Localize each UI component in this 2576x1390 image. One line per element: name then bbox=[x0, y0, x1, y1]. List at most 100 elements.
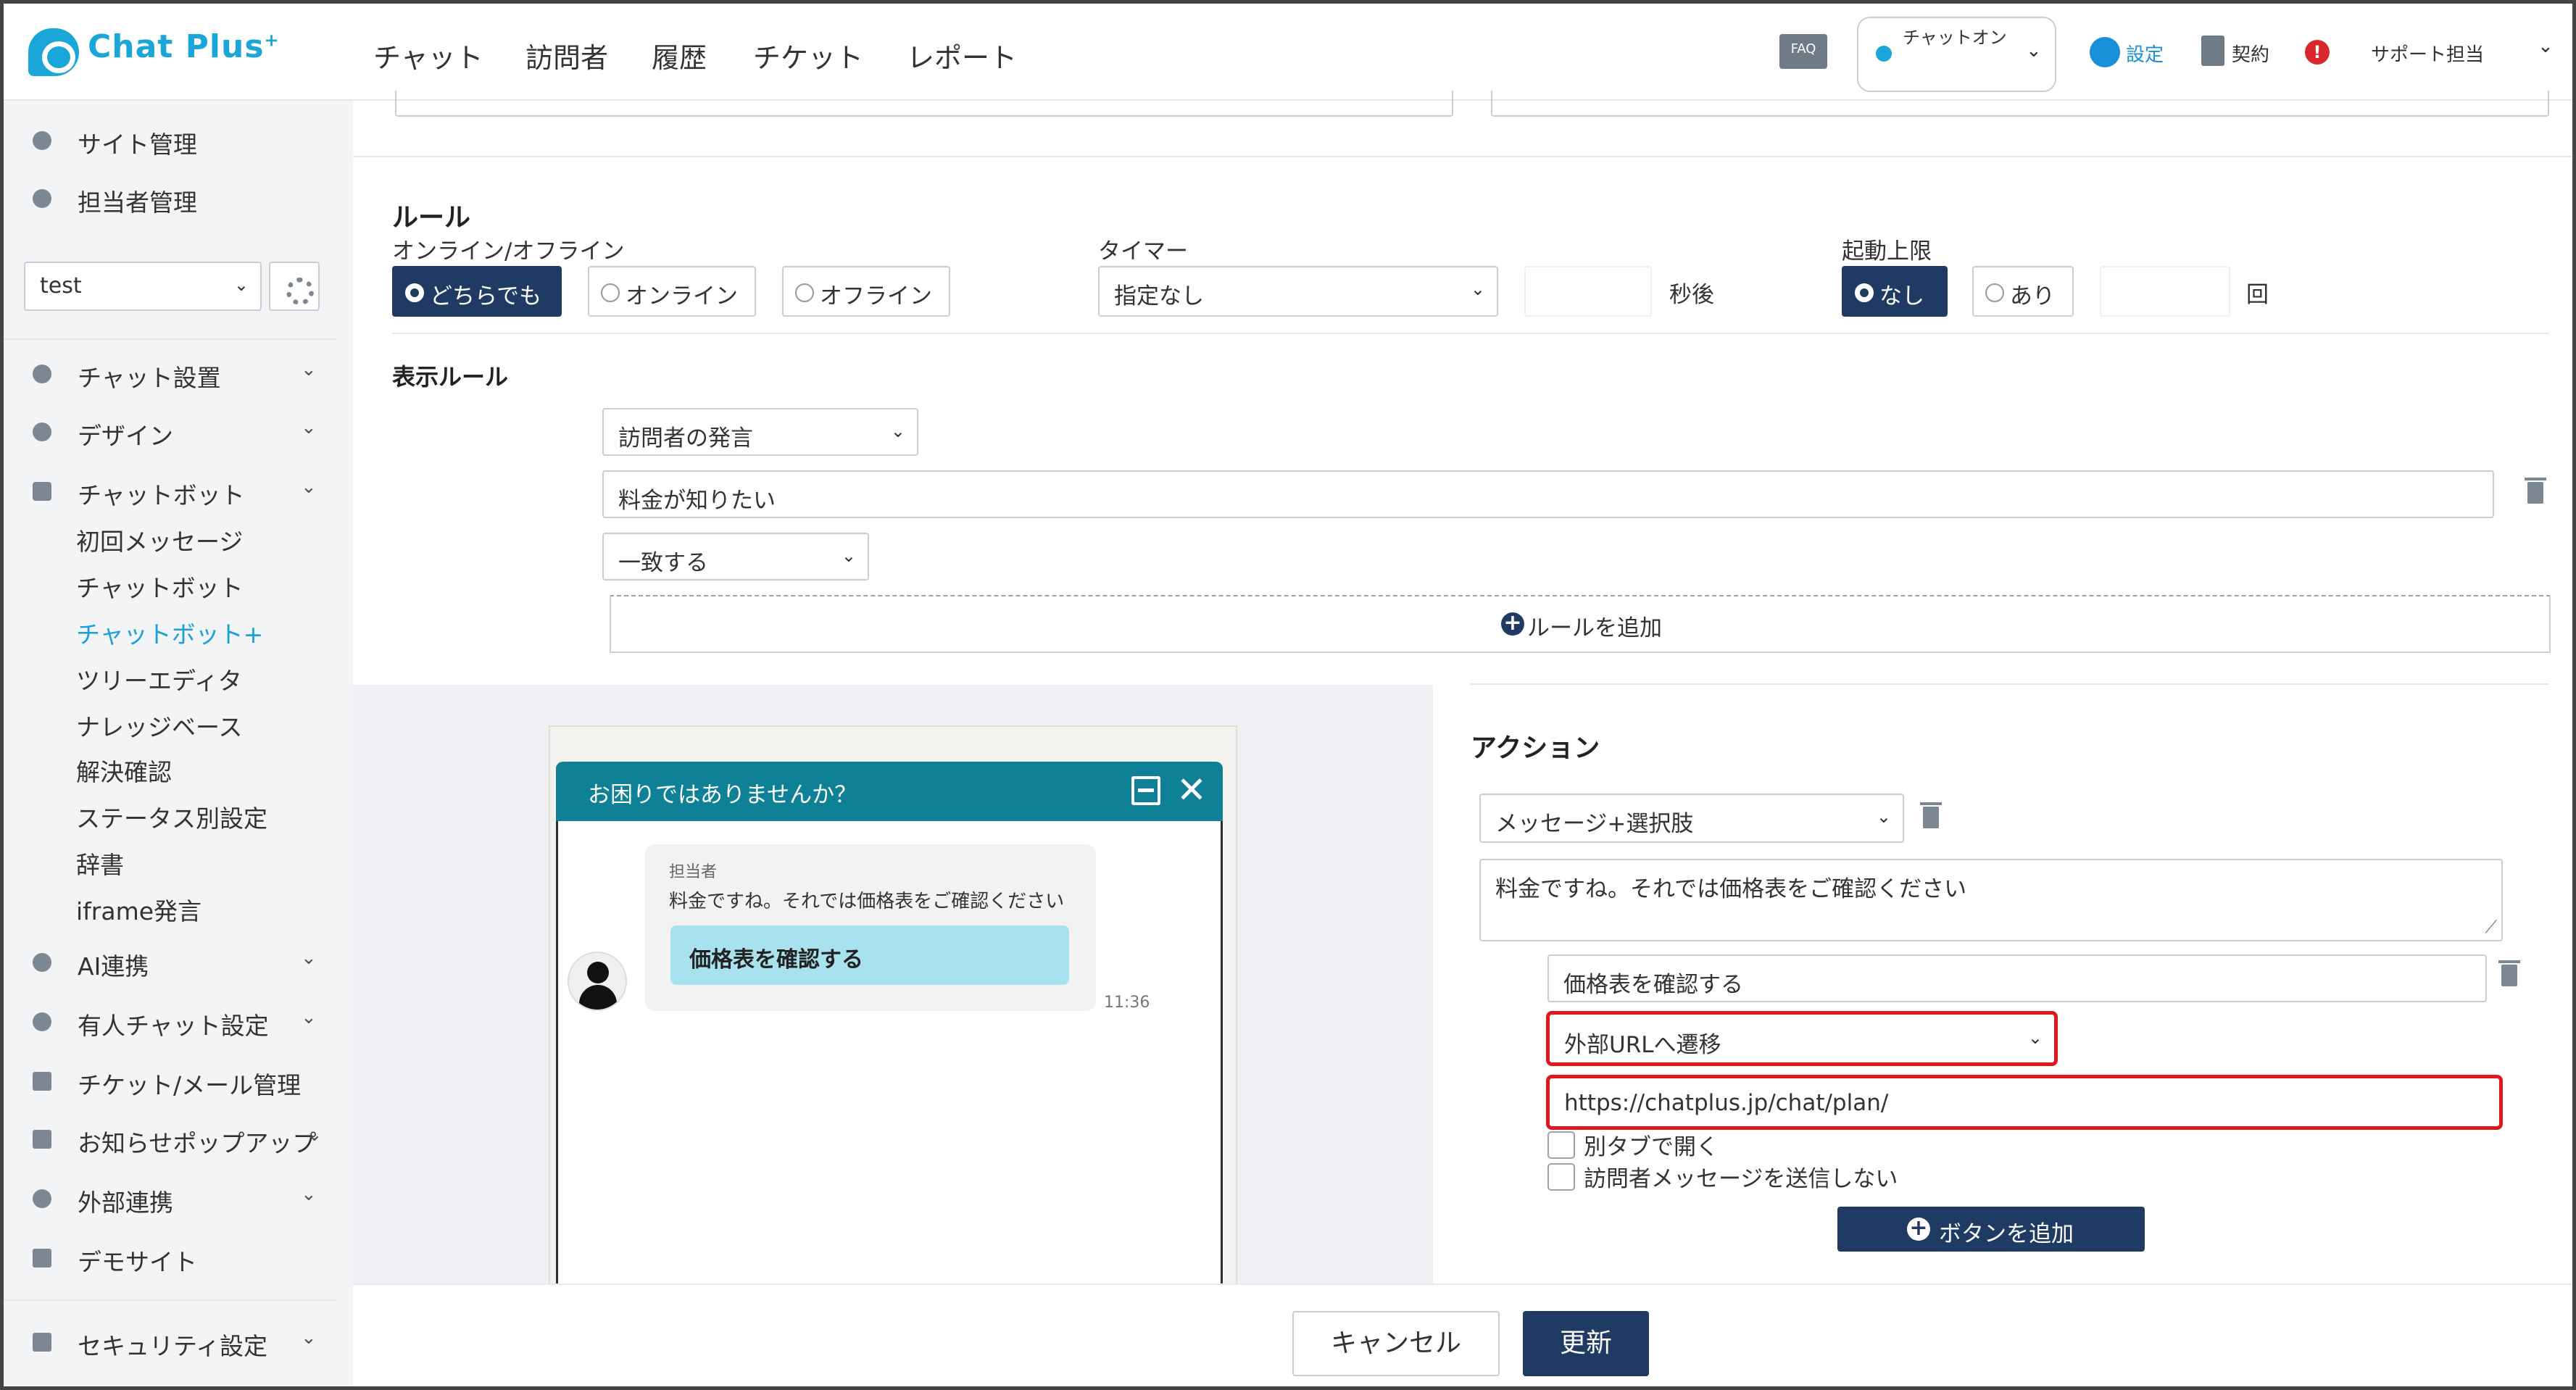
radio-offline[interactable]: オフライン bbox=[782, 266, 950, 317]
limit-count-input[interactable] bbox=[2100, 266, 2230, 317]
chat-status-label: チャットオン bbox=[1903, 28, 2007, 48]
cancel-button[interactable]: キャンセル bbox=[1292, 1311, 1500, 1376]
avatar bbox=[568, 952, 627, 1011]
radio-label: オフライン bbox=[820, 283, 932, 309]
online-offline-label: オンライン/オフライン bbox=[392, 238, 625, 265]
button-label-value: 価格表を確認する bbox=[1563, 972, 1743, 998]
action-message-textarea[interactable]: 料金ですね。それでは価格表をご確認ください ⟋ bbox=[1479, 859, 2503, 941]
users-icon bbox=[33, 189, 51, 208]
radio-either[interactable]: どちらでも bbox=[392, 266, 562, 317]
nav-visitors[interactable]: 訪問者 bbox=[525, 36, 608, 75]
chevron-down-icon: ⌄ bbox=[301, 1183, 317, 1205]
chatplus-logo-icon bbox=[28, 28, 79, 76]
contract-link[interactable]: 契約 bbox=[2232, 40, 2269, 67]
online-status-icon bbox=[1876, 46, 1892, 62]
sidebar-item-label: デモサイト bbox=[78, 1248, 197, 1276]
sidebar-item-label: お知らせポップアップ bbox=[78, 1129, 317, 1157]
sidebar-item-operator-chat[interactable]: 有人チャット設定 ⌄ bbox=[4, 999, 337, 1043]
chat-choice-label: 価格表を確認する bbox=[689, 947, 863, 973]
trash-icon[interactable] bbox=[2498, 960, 2520, 986]
sidebar-sub-chatbot[interactable]: チャットボット bbox=[76, 569, 244, 604]
sidebar-item-site-management[interactable]: サイト管理 bbox=[4, 118, 337, 162]
sidebar-item-label: セキュリティ設定 bbox=[78, 1332, 268, 1360]
add-button-label: ボタンを追加 bbox=[1939, 1221, 2074, 1247]
alert-icon[interactable]: ! bbox=[2305, 40, 2330, 64]
trash-icon[interactable] bbox=[2525, 478, 2546, 504]
radio-icon bbox=[405, 283, 424, 302]
previous-field bbox=[395, 91, 1453, 117]
button-label-input[interactable]: 価格表を確認する bbox=[1547, 954, 2487, 1002]
add-rule-button[interactable]: + ルールを追加 bbox=[610, 595, 2551, 653]
faq-icon[interactable]: FAQ bbox=[1779, 34, 1827, 69]
display-rule-match-select[interactable]: 一致する ⌄ bbox=[602, 533, 869, 580]
sidebar-item-label: サイト管理 bbox=[78, 130, 197, 159]
sidebar-item-design[interactable]: デザイン ⌄ bbox=[4, 409, 337, 453]
timer-select-value: 指定なし bbox=[1114, 283, 1204, 309]
update-button[interactable]: 更新 bbox=[1523, 1311, 1649, 1376]
radio-limit-none[interactable]: なし bbox=[1842, 266, 1948, 317]
section-divider bbox=[392, 333, 2549, 334]
url-input[interactable]: https://chatplus.jp/chat/plan/ bbox=[1546, 1075, 2503, 1130]
radio-icon bbox=[795, 283, 814, 302]
nav-reports[interactable]: レポート bbox=[907, 36, 1017, 75]
radio-icon bbox=[1855, 283, 1874, 302]
rule-title: ルール bbox=[392, 203, 471, 233]
chevron-down-icon: ⌄ bbox=[301, 476, 317, 498]
limit-label: 起動上限 bbox=[1842, 238, 1932, 265]
sidebar-item-ticket-mail[interactable]: チケット/メール管理 bbox=[4, 1059, 337, 1102]
close-icon[interactable]: ✕ bbox=[1176, 769, 1207, 811]
radio-limit-yes[interactable]: あり bbox=[1972, 266, 2074, 317]
settings-link[interactable]: 設定 bbox=[2126, 40, 2164, 67]
sidebar-sub-resolution[interactable]: 解決確認 bbox=[76, 753, 172, 788]
chevron-down-icon: ⌄ bbox=[2026, 40, 2042, 62]
display-rule-type-select[interactable]: 訪問者の発言 ⌄ bbox=[602, 408, 918, 456]
settings-gear-icon[interactable] bbox=[2090, 37, 2120, 67]
add-button-button[interactable]: + ボタンを追加 bbox=[1837, 1207, 2145, 1252]
site-settings-gear-icon[interactable] bbox=[269, 262, 320, 311]
chevron-down-icon: ⌄ bbox=[2027, 1028, 2043, 1048]
sidebar-item-ai[interactable]: AI連携 ⌄ bbox=[4, 940, 337, 983]
sidebar-item-chat-install[interactable]: チャット設置 ⌄ bbox=[4, 351, 337, 395]
resize-handle-icon[interactable]: ⟋ bbox=[2485, 917, 2497, 937]
chat-window-title: お困りではありませんか？ bbox=[588, 782, 857, 808]
sidebar-sub-tree-editor[interactable]: ツリーエディタ bbox=[76, 662, 242, 696]
sidebar-item-external[interactable]: 外部連携 ⌄ bbox=[4, 1176, 337, 1220]
chevron-down-icon: ⌄ bbox=[307, 1124, 323, 1146]
sidebar-item-security[interactable]: セキュリティ設定 ⌄ bbox=[4, 1320, 337, 1363]
contract-doc-icon[interactable] bbox=[2201, 36, 2224, 66]
user-menu[interactable]: サポート担当 bbox=[2371, 40, 2484, 67]
nav-tickets[interactable]: チケット bbox=[753, 36, 863, 75]
button-action-select[interactable]: 外部URLへ遷移 ⌄ bbox=[1546, 1011, 2058, 1066]
sidebar-sub-chatbot-plus[interactable]: チャットボット+ bbox=[76, 615, 263, 650]
sidebar-sub-knowledge-base[interactable]: ナレッジベース bbox=[76, 708, 242, 743]
sidebar-sub-iframe[interactable]: iframe発言 bbox=[76, 892, 201, 927]
chevron-down-icon: ⌄ bbox=[301, 417, 317, 438]
sidebar-item-staff-management[interactable]: 担当者管理 bbox=[4, 176, 337, 220]
new-tab-checkbox[interactable] bbox=[1547, 1131, 1575, 1159]
timer-seconds-input[interactable] bbox=[1524, 266, 1652, 317]
sidebar-item-popup[interactable]: お知らせポップアップ ⌄ bbox=[4, 1117, 337, 1160]
nav-history[interactable]: 履歴 bbox=[652, 36, 707, 75]
sidebar-sub-dictionary[interactable]: 辞書 bbox=[76, 846, 124, 881]
sidebar-divider bbox=[4, 1299, 337, 1301]
nav-chat[interactable]: チャット bbox=[373, 36, 483, 75]
site-select[interactable]: test ⌄ bbox=[24, 262, 262, 311]
action-type-select[interactable]: メッセージ+選択肢 ⌄ bbox=[1479, 794, 1904, 843]
trash-icon[interactable] bbox=[1920, 802, 1942, 828]
app-logo[interactable]: Chat Plus+ bbox=[88, 28, 280, 65]
minimize-icon[interactable] bbox=[1131, 776, 1160, 805]
sidebar-item-label: チャットボット bbox=[78, 481, 245, 509]
demo-icon bbox=[33, 1249, 51, 1268]
display-rule-title: 表示ルール bbox=[392, 363, 509, 391]
radio-online[interactable]: オンライン bbox=[588, 266, 756, 317]
display-rule-text-input[interactable]: 料金が知りたい bbox=[602, 470, 2494, 518]
sidebar-item-chatbot[interactable]: チャットボット ⌄ bbox=[4, 469, 337, 512]
plus-icon: + bbox=[1907, 1218, 1930, 1241]
sidebar-sub-status-settings[interactable]: ステータス別設定 bbox=[76, 799, 267, 834]
display-rule-type-value: 訪問者の発言 bbox=[618, 425, 753, 451]
palette-icon bbox=[33, 423, 51, 441]
no-send-checkbox[interactable] bbox=[1547, 1163, 1575, 1191]
sidebar-sub-first-message[interactable]: 初回メッセージ bbox=[76, 523, 243, 557]
sidebar-item-demo-site[interactable]: デモサイト bbox=[4, 1236, 337, 1279]
timer-select[interactable]: 指定なし ⌄ bbox=[1098, 266, 1498, 317]
